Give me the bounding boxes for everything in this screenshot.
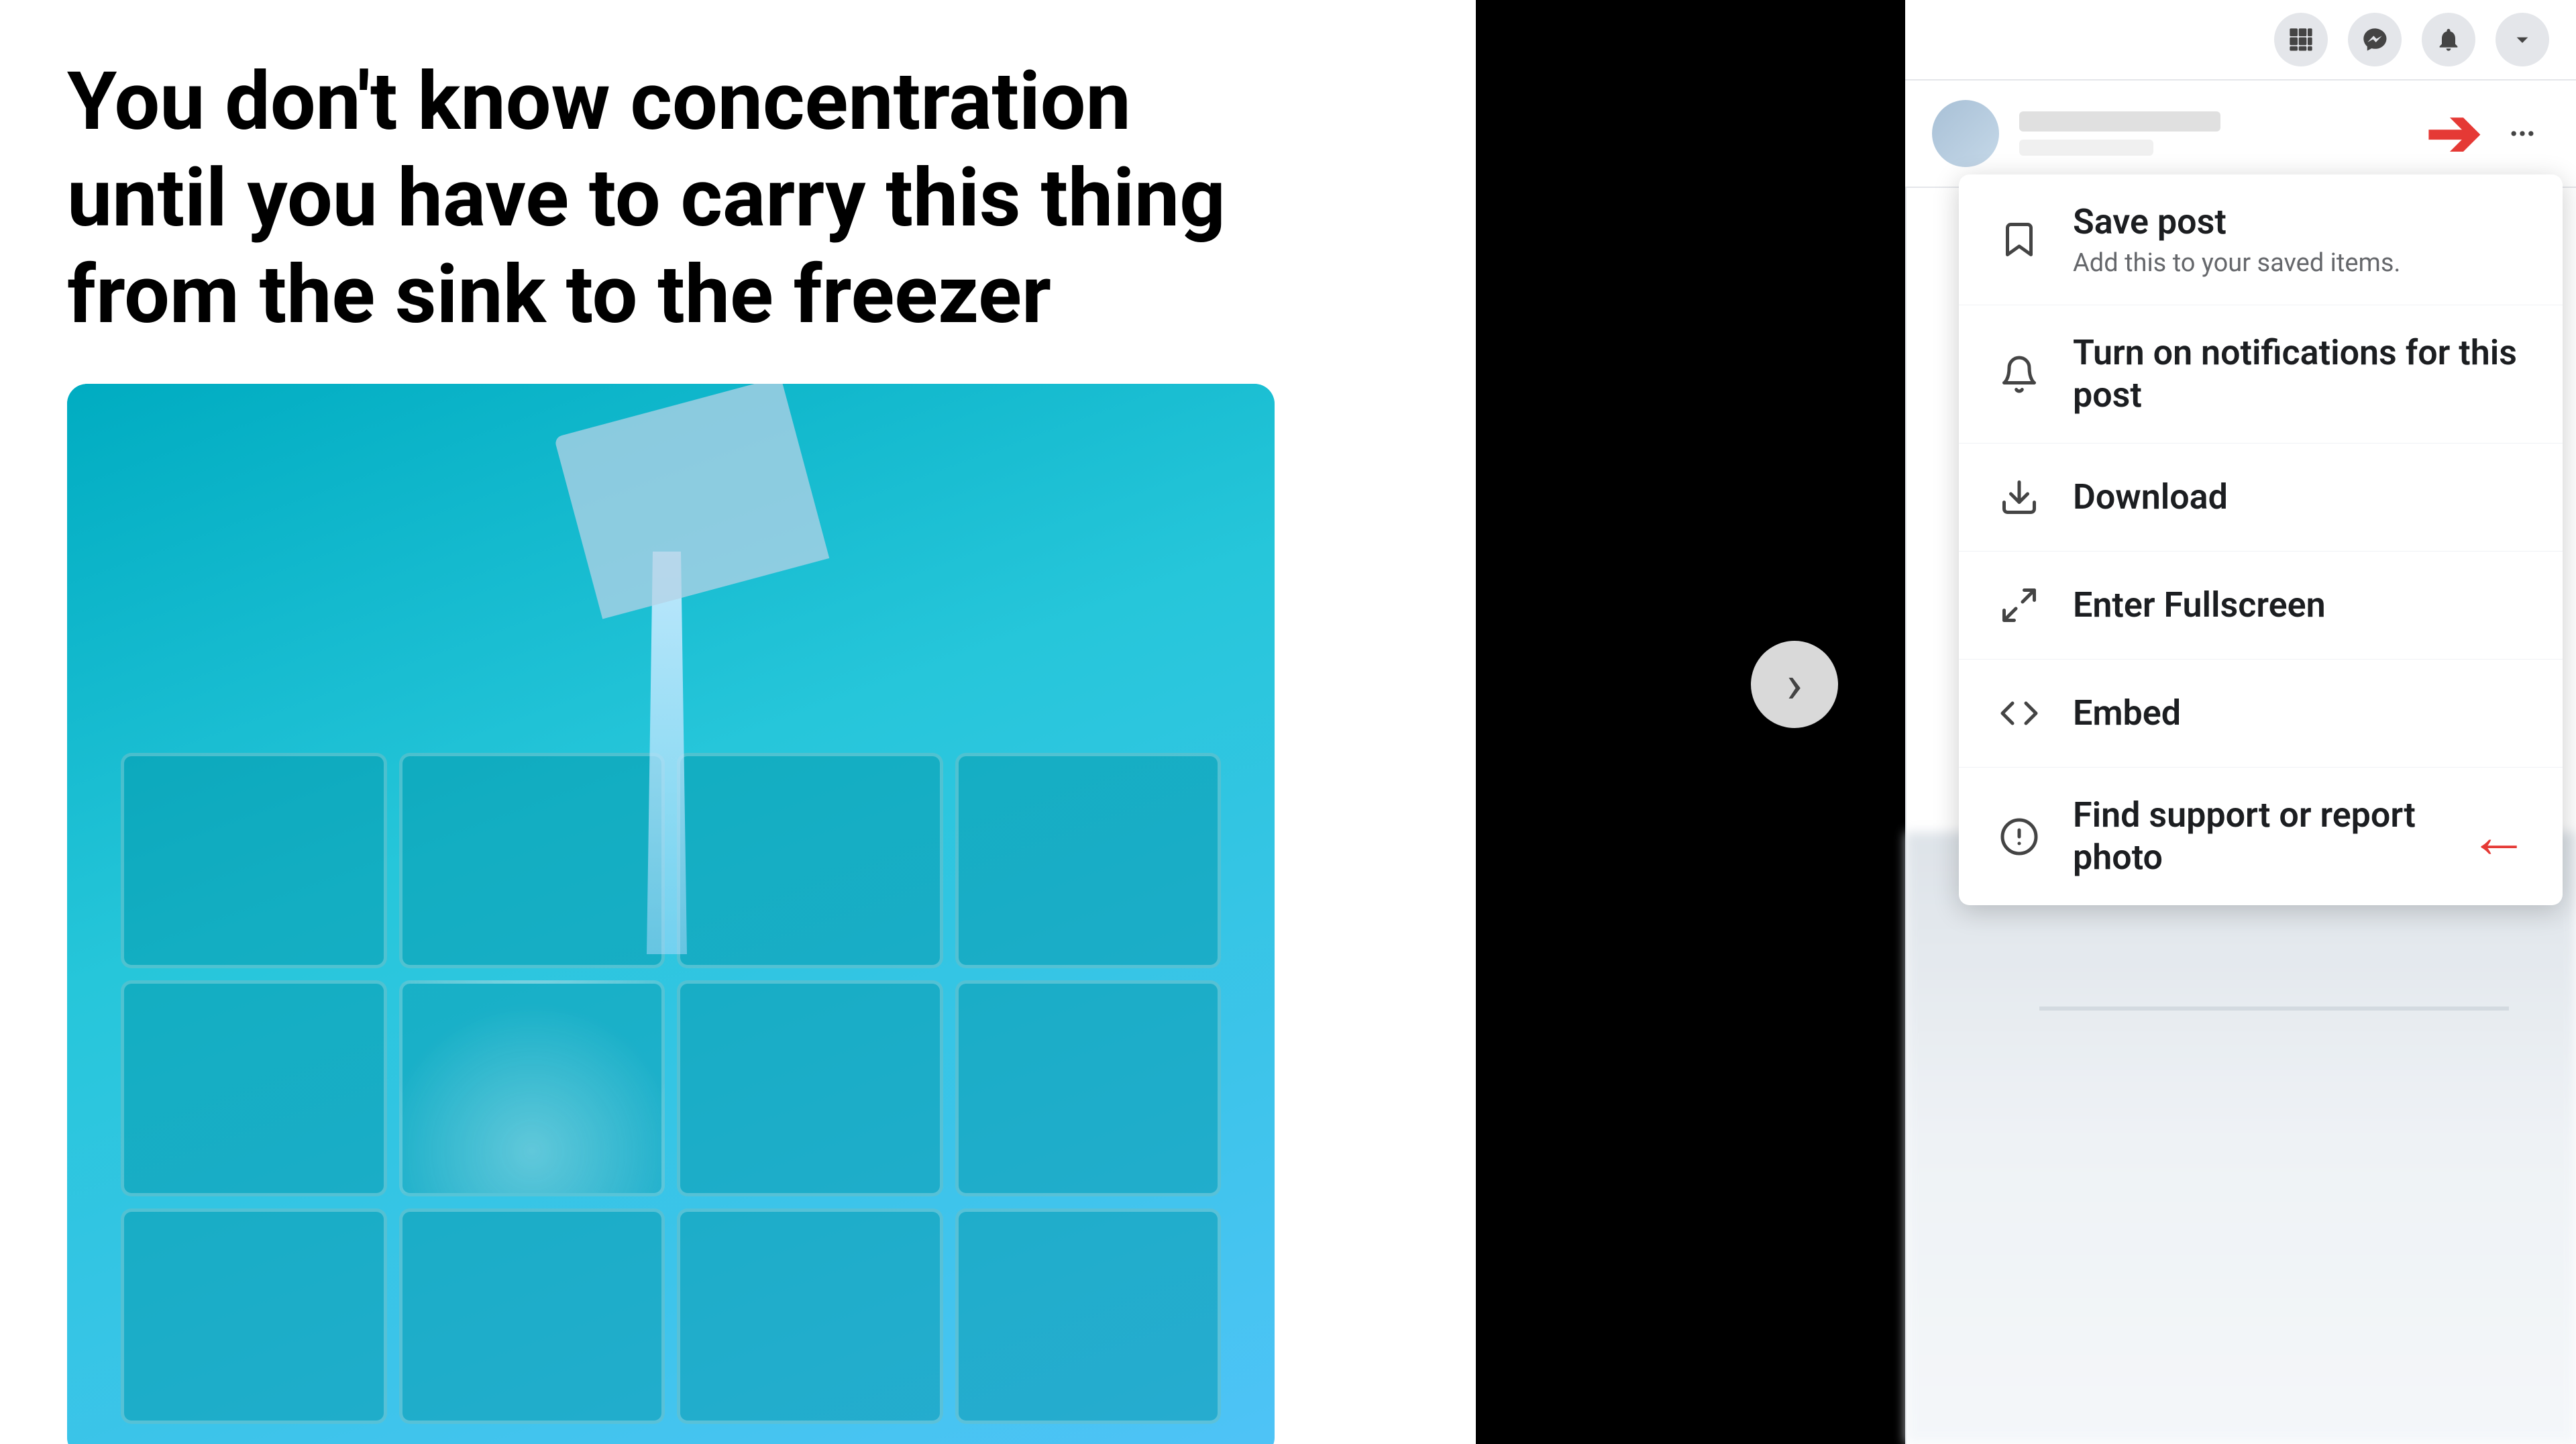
download-title: Download — [2073, 476, 2529, 518]
messenger-icon-button[interactable] — [2348, 13, 2402, 66]
fullscreen-title: Enter Fullscreen — [2073, 584, 2529, 626]
fullscreen-text: Enter Fullscreen — [2073, 584, 2529, 626]
ice-cell — [399, 753, 665, 968]
blurred-content-area — [1905, 832, 2576, 1444]
grid-icon — [2288, 26, 2314, 53]
embed-icon — [1992, 686, 2046, 740]
report-icon — [1992, 810, 2046, 864]
save-post-menu-item[interactable]: Save post Add this to your saved items. — [1959, 174, 2563, 305]
embed-title: Embed — [2073, 692, 2529, 734]
download-icon — [1992, 470, 2046, 524]
post-content-area: You don't know concentration until you h… — [0, 0, 1476, 1444]
ice-cell — [121, 753, 387, 968]
ice-cell — [955, 1208, 1222, 1424]
chevron-down-icon — [2509, 26, 2536, 53]
ellipsis-icon — [2508, 119, 2537, 148]
ice-cell — [677, 1208, 943, 1424]
grid-icon-button[interactable] — [2274, 13, 2328, 66]
ice-cell — [121, 1208, 387, 1424]
sidebar: ➔ Save post Add this to your saved items… — [1905, 0, 2576, 1444]
embed-menu-item[interactable]: Embed — [1959, 660, 2563, 768]
embed-text: Embed — [2073, 692, 2529, 734]
fullscreen-menu-item[interactable]: Enter Fullscreen — [1959, 552, 2563, 660]
ice-cell — [955, 980, 1222, 1196]
pitcher — [554, 384, 830, 619]
post-container: You don't know concentration until you h… — [0, 0, 1476, 1444]
profile-name-placeholder — [2019, 111, 2220, 132]
more-options-button[interactable] — [2496, 107, 2549, 160]
more-btn-area: ➔ — [2426, 100, 2549, 167]
notifications-title: Turn on notifications for this post — [2073, 332, 2529, 416]
download-text: Download — [2073, 476, 2529, 518]
next-arrow-icon: › — [1786, 653, 1803, 716]
post-title: You don't know concentration until you h… — [67, 54, 1275, 344]
report-title: Find support or report photo — [2073, 794, 2442, 878]
notification-icon-button[interactable] — [2422, 13, 2475, 66]
viewer-area: ⊕ ⊖ ⛶ — [1476, 0, 1905, 1444]
notification-bell-icon — [2435, 26, 2462, 53]
profile-area: ➔ — [1905, 81, 2576, 188]
ice-cell-water — [399, 980, 665, 1196]
profile-info — [2019, 111, 2406, 156]
notifications-text: Turn on notifications for this post — [2073, 332, 2529, 416]
ice-tray-image — [67, 384, 1275, 1444]
download-menu-item[interactable]: Download — [1959, 444, 2563, 552]
messenger-icon — [2361, 26, 2388, 53]
report-text: Find support or report photo — [2073, 794, 2442, 878]
post-image — [67, 384, 1275, 1444]
top-nav — [1905, 0, 2576, 81]
save-post-text: Save post Add this to your saved items. — [2073, 201, 2529, 278]
save-post-subtitle: Add this to your saved items. — [2073, 248, 2529, 278]
bookmark-icon — [1992, 213, 2046, 266]
ice-cell — [677, 753, 943, 968]
avatar — [1932, 100, 1999, 167]
ice-cell — [121, 980, 387, 1196]
red-arrow-right-icon: ➔ — [2426, 100, 2482, 167]
profile-time-placeholder — [2019, 140, 2153, 156]
chevron-down-button[interactable] — [2496, 13, 2549, 66]
bell-icon — [1992, 348, 2046, 401]
ice-cell — [955, 753, 1222, 968]
save-post-title: Save post — [2073, 201, 2529, 243]
water-stream — [647, 552, 687, 954]
red-arrow-left-icon: ← — [2469, 807, 2529, 867]
fullscreen-icon — [1992, 578, 2046, 632]
ice-cell — [677, 980, 943, 1196]
ice-cell — [399, 1208, 665, 1424]
next-button[interactable]: › — [1751, 641, 1838, 728]
turn-on-notifications-menu-item[interactable]: Turn on notifications for this post — [1959, 305, 2563, 444]
dropdown-menu: Save post Add this to your saved items. … — [1959, 174, 2563, 905]
report-menu-item[interactable]: Find support or report photo ← — [1959, 768, 2563, 905]
blurred-divider — [2039, 1007, 2509, 1011]
